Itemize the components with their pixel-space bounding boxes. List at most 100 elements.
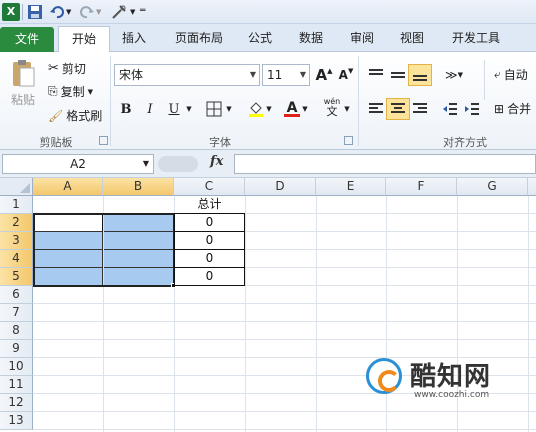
tab-formulas[interactable]: 公式 bbox=[240, 26, 280, 52]
column-header-g[interactable]: G bbox=[457, 178, 528, 196]
column-header-h[interactable] bbox=[528, 178, 536, 196]
tab-file[interactable]: 文件 bbox=[0, 27, 54, 52]
row-header-8[interactable]: 8 bbox=[0, 322, 33, 340]
redo-dropdown-icon[interactable]: ▼ bbox=[96, 3, 104, 21]
top-align-button[interactable] bbox=[364, 64, 388, 86]
cell-a4[interactable] bbox=[34, 250, 103, 268]
tab-insert[interactable]: 插入 bbox=[112, 26, 156, 52]
customize-qat-icon[interactable]: ═ bbox=[140, 3, 150, 21]
format-painter-button[interactable]: 🖌 格式刷 bbox=[48, 107, 102, 124]
decrease-indent-button[interactable] bbox=[438, 98, 462, 120]
tools-icon[interactable] bbox=[110, 3, 128, 21]
copy-label: 复制 bbox=[60, 85, 85, 99]
quick-access-toolbar: X ▼ ▼ ▼ ═ bbox=[0, 0, 536, 24]
underline-dropdown-icon[interactable]: ▼ bbox=[184, 98, 194, 120]
undo-icon[interactable] bbox=[48, 3, 66, 21]
row-header-9[interactable]: 9 bbox=[0, 340, 33, 358]
cell-c5[interactable]: 0 bbox=[174, 267, 245, 286]
coozhi-logo-icon bbox=[366, 358, 402, 394]
row-header-13[interactable]: 13 bbox=[0, 412, 33, 430]
name-box-value: A2 bbox=[70, 157, 86, 171]
tab-view[interactable]: 视图 bbox=[392, 26, 432, 52]
underline-button[interactable]: U bbox=[162, 98, 186, 120]
italic-button[interactable]: I bbox=[138, 98, 162, 120]
wrap-text-icon: ⤶ bbox=[494, 67, 501, 81]
cell-c2[interactable]: 0 bbox=[174, 213, 245, 232]
cell-b3[interactable] bbox=[104, 232, 174, 250]
tab-page-layout[interactable]: 页面布局 bbox=[162, 26, 236, 52]
tab-review[interactable]: 审阅 bbox=[342, 26, 382, 52]
grow-font-button[interactable]: A ▲ bbox=[312, 64, 336, 86]
column-header-e[interactable]: E bbox=[316, 178, 386, 196]
align-center-icon bbox=[391, 103, 405, 113]
font-group-label: 字体 bbox=[209, 136, 231, 149]
row-header-2[interactable]: 2 bbox=[0, 214, 33, 232]
name-box[interactable]: A2 ▼ bbox=[2, 154, 154, 174]
font-color-dropdown-icon[interactable]: ▼ bbox=[300, 98, 310, 120]
name-box-splitter[interactable] bbox=[158, 156, 198, 172]
row-header-4[interactable]: 4 bbox=[0, 250, 33, 268]
borders-button[interactable] bbox=[202, 98, 226, 120]
column-header-b[interactable]: B bbox=[103, 178, 174, 196]
cell-a2[interactable] bbox=[34, 214, 103, 232]
cell-c1[interactable]: 总计 bbox=[174, 196, 245, 214]
insert-function-icon[interactable]: fx bbox=[210, 154, 223, 169]
watermark-url: www.coozhi.com bbox=[414, 390, 490, 400]
cell-b5[interactable] bbox=[104, 268, 174, 286]
copy-button[interactable]: ⎘ 复制 ▼ bbox=[48, 83, 93, 100]
borders-dropdown-icon[interactable]: ▼ bbox=[224, 98, 234, 120]
cell-c3[interactable]: 0 bbox=[174, 231, 245, 250]
shrink-font-button[interactable]: A ▼ bbox=[334, 64, 358, 86]
cell-c4[interactable]: 0 bbox=[174, 249, 245, 268]
tools-dropdown-icon[interactable]: ▼ bbox=[130, 3, 138, 21]
divider bbox=[484, 60, 485, 100]
row-header-3[interactable]: 3 bbox=[0, 232, 33, 250]
save-icon[interactable] bbox=[26, 3, 44, 21]
cell-b4[interactable] bbox=[104, 250, 174, 268]
divider bbox=[110, 56, 111, 146]
column-header-a[interactable]: A bbox=[33, 178, 103, 196]
clipboard-launcher-icon[interactable] bbox=[99, 136, 108, 145]
font-launcher-icon[interactable] bbox=[344, 136, 353, 145]
column-header-c[interactable]: C bbox=[174, 178, 245, 196]
font-size-combo[interactable]: 11 ▼ bbox=[262, 64, 310, 86]
row-header-7[interactable]: 7 bbox=[0, 304, 33, 322]
fill-color-dropdown-icon[interactable]: ▼ bbox=[264, 98, 274, 120]
align-left-icon bbox=[369, 103, 383, 113]
tab-home[interactable]: 开始 bbox=[58, 26, 110, 52]
middle-align-icon bbox=[391, 72, 405, 78]
middle-align-button[interactable] bbox=[386, 64, 410, 86]
font-color-label: A bbox=[286, 99, 298, 116]
column-header-f[interactable]: F bbox=[386, 178, 457, 196]
undo-dropdown-icon[interactable]: ▼ bbox=[66, 3, 74, 21]
paste-button[interactable]: 粘贴 bbox=[6, 58, 40, 108]
select-all-corner[interactable] bbox=[0, 178, 33, 196]
column-header-d[interactable]: D bbox=[245, 178, 316, 196]
row-header-5[interactable]: 5 bbox=[0, 268, 33, 286]
align-right-button[interactable] bbox=[408, 98, 432, 120]
increase-indent-button[interactable] bbox=[460, 98, 484, 120]
orientation-button[interactable]: ≫ ▼ bbox=[442, 64, 466, 86]
redo-icon[interactable] bbox=[78, 3, 96, 21]
formula-input[interactable] bbox=[234, 154, 536, 174]
row-header-6[interactable]: 6 bbox=[0, 286, 33, 304]
bold-button[interactable]: B bbox=[114, 98, 138, 120]
merge-center-button[interactable]: ⊞ 合并 bbox=[494, 100, 531, 117]
align-center-button[interactable] bbox=[386, 98, 410, 120]
cell-b2[interactable] bbox=[104, 214, 174, 232]
tab-developer[interactable]: 开发工具 bbox=[442, 26, 510, 52]
cut-button[interactable]: ✂ 剪切 bbox=[48, 60, 86, 77]
row-header-1[interactable]: 1 bbox=[0, 196, 33, 214]
row-header-12[interactable]: 12 bbox=[0, 394, 33, 412]
align-left-button[interactable] bbox=[364, 98, 388, 120]
bottom-align-button[interactable] bbox=[408, 64, 432, 86]
row-header-10[interactable]: 10 bbox=[0, 358, 33, 376]
row-header-11[interactable]: 11 bbox=[0, 376, 33, 394]
font-name-combo[interactable]: 宋体 ▼ bbox=[114, 64, 260, 86]
phonetic-guide-button[interactable]: wén 文 bbox=[320, 96, 344, 118]
tab-data[interactable]: 数据 bbox=[290, 26, 332, 52]
cell-a5[interactable] bbox=[34, 268, 103, 286]
wrap-text-button[interactable]: ⤶ 自动 bbox=[494, 66, 528, 83]
phonetic-dropdown-icon[interactable]: ▼ bbox=[342, 98, 352, 120]
cell-a3[interactable] bbox=[34, 232, 103, 250]
